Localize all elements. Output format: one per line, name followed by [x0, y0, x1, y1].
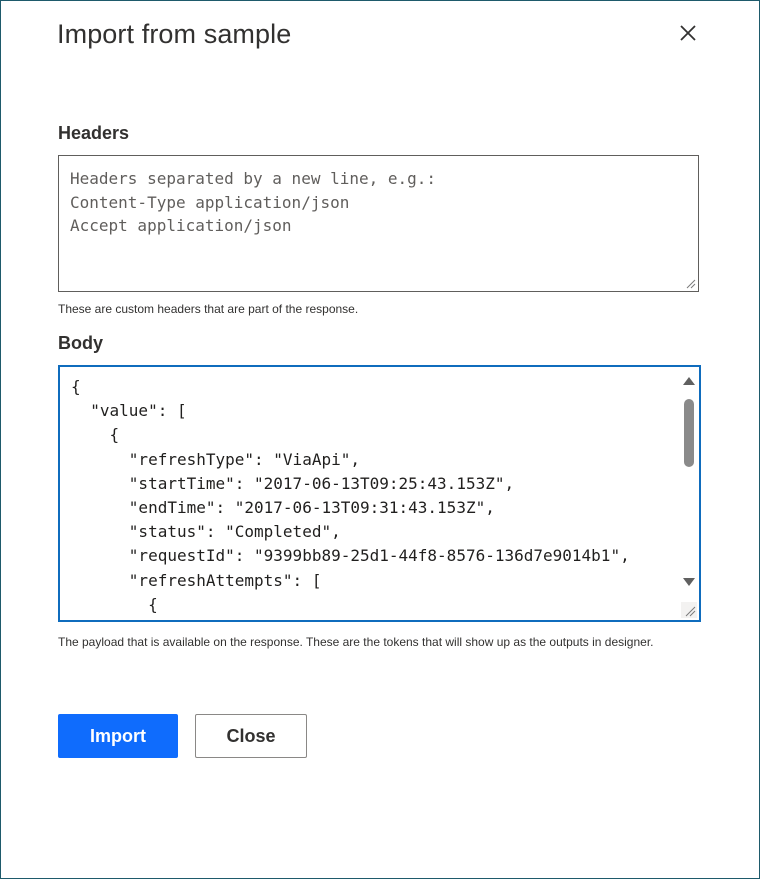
- resize-grip-icon[interactable]: [684, 277, 696, 289]
- scroll-thumb[interactable]: [684, 399, 694, 467]
- scroll-corner: [681, 602, 697, 618]
- dialog-title: Import from sample: [57, 19, 292, 49]
- close-button[interactable]: Close: [195, 714, 307, 758]
- headers-label: Headers: [58, 123, 130, 143]
- body-json-content: { "value": [ { "refreshType": "ViaApi", …: [71, 377, 630, 620]
- close-icon-glyph: [680, 25, 696, 41]
- headers-textarea[interactable]: Headers separated by a new line, e.g.: C…: [58, 155, 699, 292]
- import-from-sample-dialog: Import from sample Headers Headers separ…: [0, 0, 760, 879]
- body-textarea[interactable]: { "value": [ { "refreshType": "ViaApi", …: [58, 365, 701, 622]
- scroll-down-arrow-icon[interactable]: [683, 578, 695, 586]
- scroll-up-arrow-icon[interactable]: [683, 377, 695, 385]
- headers-placeholder: Headers separated by a new line, e.g.: C…: [70, 169, 437, 235]
- resize-grip-icon[interactable]: [681, 602, 697, 618]
- close-icon[interactable]: [675, 20, 701, 46]
- import-button[interactable]: Import: [58, 714, 178, 758]
- headers-helper-text: These are custom headers that are part o…: [58, 302, 359, 316]
- body-helper-text: The payload that is available on the res…: [58, 635, 654, 649]
- body-label: Body: [58, 333, 103, 353]
- body-scrollbar[interactable]: [681, 371, 697, 601]
